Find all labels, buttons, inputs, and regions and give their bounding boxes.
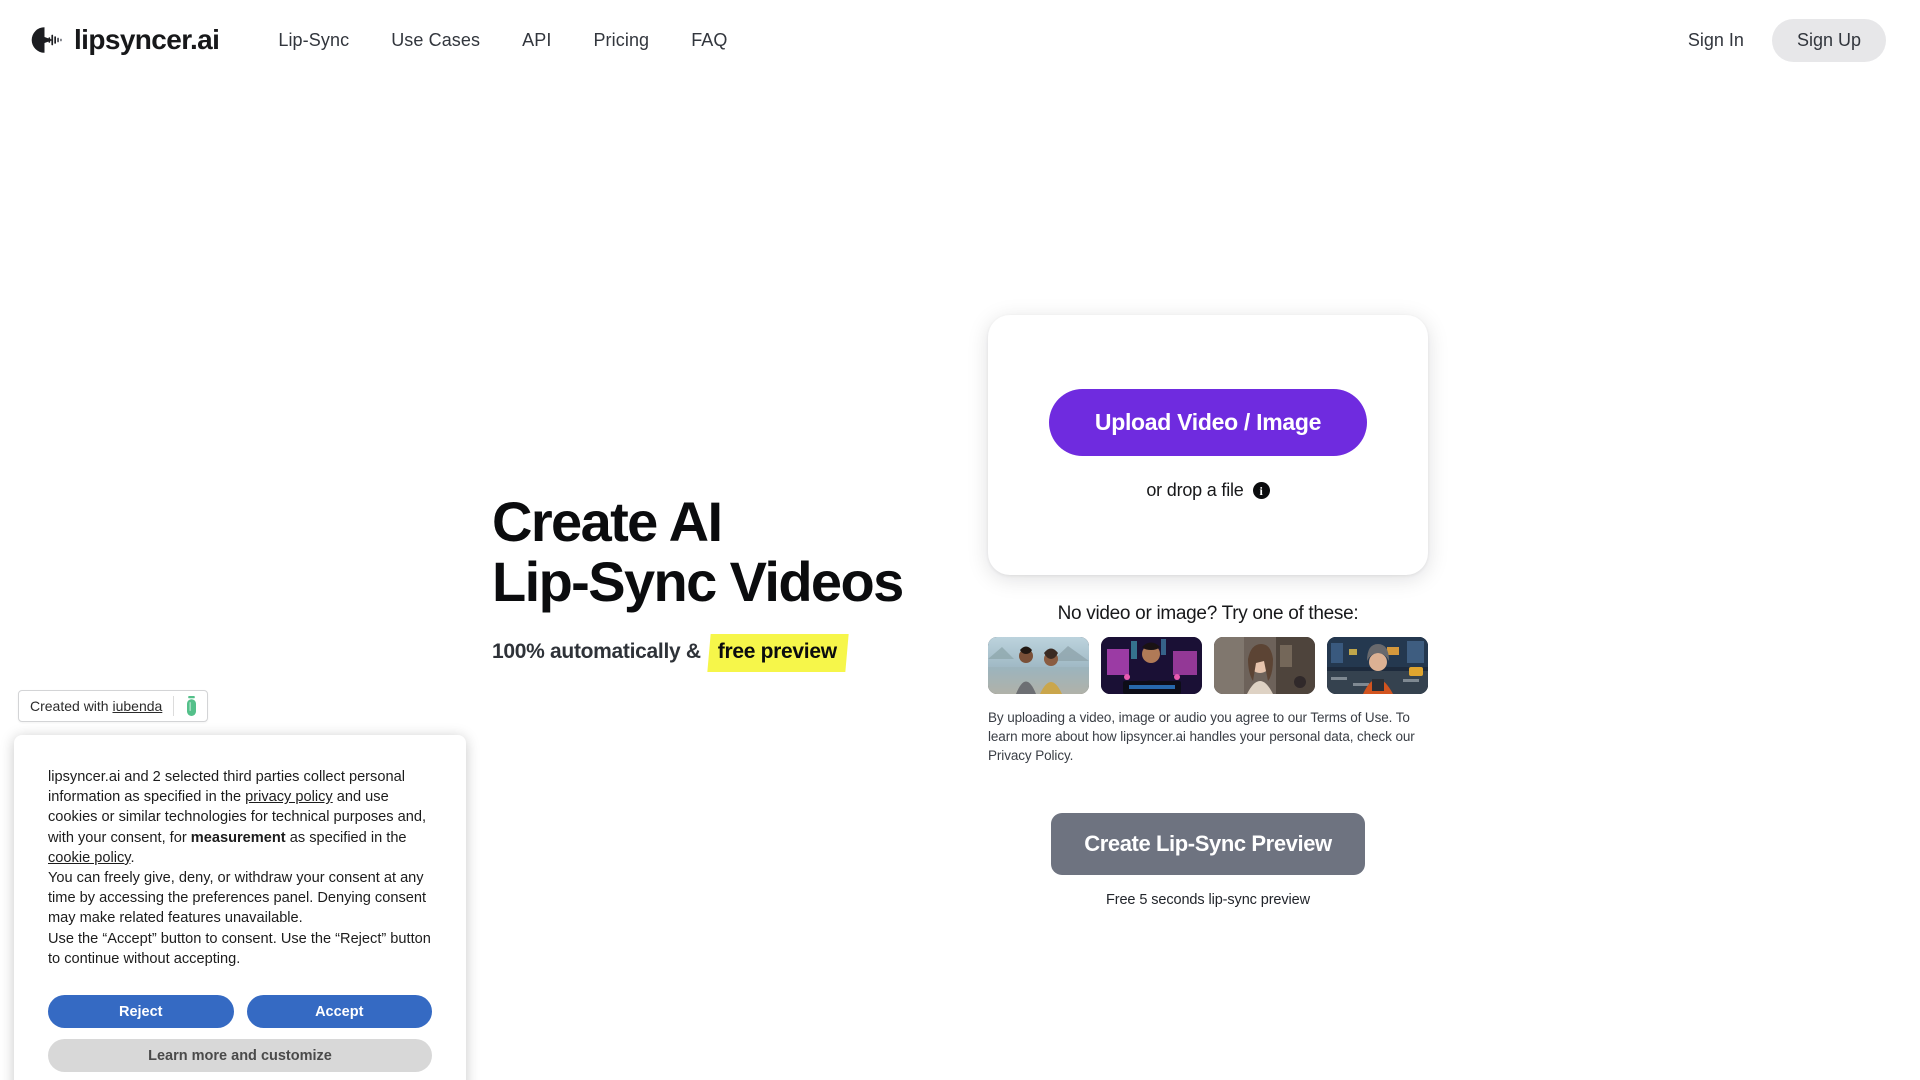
cookie-reject-button[interactable]: Reject <box>48 995 234 1029</box>
cookie-policy-link[interactable]: cookie policy <box>48 850 130 866</box>
hero-title-line-2: Lip-Sync Videos <box>492 549 904 613</box>
upload-dropzone[interactable]: Upload Video / Image or drop a file i <box>988 315 1428 575</box>
dj-at-console-thumbnail <box>1101 637 1202 694</box>
sample-thumbnail-woman-cafe[interactable] <box>1214 637 1315 694</box>
nav-item-faq[interactable]: FAQ <box>670 22 748 59</box>
sign-in-link[interactable]: Sign In <box>1670 20 1762 61</box>
iubenda-divider <box>173 696 175 716</box>
cookie-consent-dialog: lipsyncer.ai and 2 selected third partie… <box>14 735 466 1080</box>
cookie-learn-more-button[interactable]: Learn more and customize <box>48 1039 432 1073</box>
site-header: lipsyncer.ai Lip-Sync Use Cases API Pric… <box>0 0 1920 80</box>
hero-subtitle-prefix: 100% automatically & <box>492 640 701 664</box>
cookie-p1-d: . <box>130 849 135 866</box>
woman-in-cafe-thumbnail <box>1214 637 1315 694</box>
samples-heading: No video or image? Try one of these: <box>1057 603 1359 624</box>
sample-thumbnail-couple-beach[interactable] <box>988 637 1089 694</box>
hero-subtitle: 100% automatically & free preview <box>492 637 962 668</box>
iubenda-prefix: Created with <box>30 698 113 714</box>
brand-name: lipsyncer.ai <box>74 24 220 55</box>
sample-thumbnail-dj[interactable] <box>1101 637 1202 694</box>
sample-thumbnail-child-city[interactable] <box>1327 637 1428 694</box>
sign-up-button[interactable]: Sign Up <box>1771 18 1886 62</box>
cookie-p1-bold: measurement <box>190 829 286 846</box>
upload-video-image-button[interactable]: Upload Video / Image <box>1048 389 1368 456</box>
upload-panel: Upload Video / Image or drop a file i No… <box>988 315 1428 908</box>
cookie-paragraph-2: You can freely give, deny, or withdraw y… <box>48 870 427 927</box>
terms-notice: By uploading a video, image or audio you… <box>988 710 1415 764</box>
iubenda-badge-text: Created with iubenda <box>30 698 162 714</box>
page-title: Create AI Lip-Sync Videos <box>492 492 962 612</box>
lipsync-logo-icon <box>31 27 62 53</box>
create-lip-sync-preview-button[interactable]: Create Lip-Sync Preview <box>1051 813 1365 876</box>
hero-title-line-1: Create AI <box>492 490 723 553</box>
header-actions: Sign In Sign Up <box>1670 18 1886 62</box>
primary-nav: Lip-Sync Use Cases API Pricing FAQ <box>257 22 748 59</box>
iubenda-mark-icon <box>187 696 197 716</box>
nav-item-lip-sync[interactable]: Lip-Sync <box>257 22 370 59</box>
cookie-accept-button[interactable]: Accept <box>246 995 432 1029</box>
privacy-policy-link[interactable]: privacy policy <box>245 789 333 805</box>
child-in-city-street-thumbnail <box>1327 637 1428 694</box>
nav-item-use-cases[interactable]: Use Cases <box>370 22 501 59</box>
nav-item-pricing[interactable]: Pricing <box>572 22 670 59</box>
info-icon[interactable]: i <box>1252 482 1270 499</box>
couple-on-beach-thumbnail <box>988 637 1089 694</box>
nav-item-api[interactable]: API <box>501 22 572 59</box>
cookie-button-row: Reject Accept <box>48 995 432 1029</box>
sample-thumbnail-list <box>988 637 1428 694</box>
iubenda-badge[interactable]: Created with iubenda <box>18 690 209 722</box>
cookie-p1-c: as specified in the <box>285 829 407 846</box>
drop-file-text: or drop a file <box>1146 480 1244 500</box>
free-preview-note: Free 5 seconds lip-sync preview <box>1105 892 1310 909</box>
hero-copy: Create AI Lip-Sync Videos 100% automatic… <box>492 492 962 668</box>
iubenda-link[interactable]: iubenda <box>112 698 162 714</box>
cookie-paragraph-1: lipsyncer.ai and 2 selected third partie… <box>48 767 432 868</box>
create-preview-section: Create Lip-Sync Preview Free 5 seconds l… <box>988 813 1428 908</box>
cookie-paragraph-3: Use the “Accept” button to consent. Use … <box>48 930 431 967</box>
brand-logo[interactable]: lipsyncer.ai <box>31 24 220 55</box>
hero-subtitle-highlight: free preview <box>709 637 845 668</box>
drop-file-hint: or drop a file i <box>1146 480 1270 501</box>
